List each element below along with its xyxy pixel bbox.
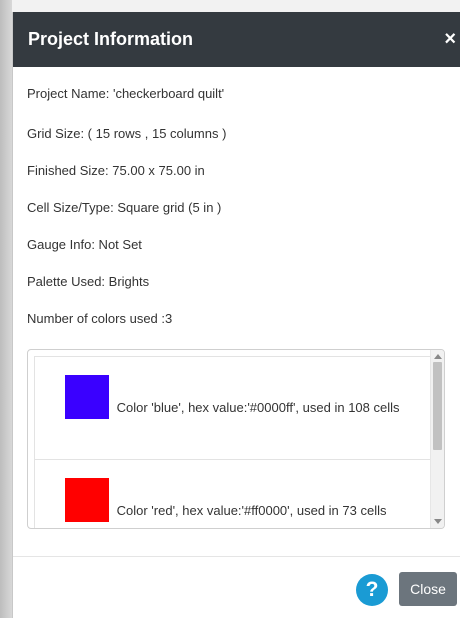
color-count-text: Number of colors used :3	[27, 311, 173, 326]
palette-text: Palette Used: Brights	[27, 274, 150, 289]
scroll-thumb[interactable]	[433, 362, 442, 450]
modal-title: Project Information	[28, 29, 194, 49]
color-list-scrollbar[interactable]	[430, 350, 444, 528]
modal-body: Project Name: 'checkerboard quilt' Grid …	[13, 67, 460, 529]
grid-size-text: Grid Size: ( 15 rows , 15 columns )	[27, 126, 227, 141]
color-list-box[interactable]: Color 'blue', hex value:'#0000ff', used …	[27, 349, 445, 529]
gauge-info-text: Gauge Info: Not Set	[27, 237, 142, 252]
close-icon[interactable]: ×	[444, 28, 456, 51]
help-button[interactable]: ?	[356, 574, 388, 606]
color-swatch-red	[65, 478, 109, 522]
color-swatch-blue	[65, 375, 109, 419]
cell-size-text: Cell Size/Type: Square grid (5 in )	[27, 200, 222, 215]
color-item-text: Color 'blue', hex value:'#0000ff', used …	[116, 400, 400, 415]
scroll-up-arrow-icon[interactable]	[434, 354, 442, 359]
page-background-edge	[0, 0, 12, 618]
color-item-red: Color 'red', hex value:'#ff0000', used i…	[34, 459, 438, 528]
finished-size-text: Finished Size: 75.00 x 75.00 in	[27, 163, 205, 178]
color-item-blue: Color 'blue', hex value:'#0000ff', used …	[34, 356, 438, 460]
scroll-down-arrow-icon[interactable]	[434, 519, 442, 524]
color-item-text: Color 'red', hex value:'#ff0000', used i…	[116, 503, 387, 518]
project-info-modal: Project Information × Project Name: 'che…	[12, 12, 460, 618]
project-name-text: Project Name: 'checkerboard quilt'	[27, 86, 225, 101]
footer-divider	[13, 556, 460, 557]
modal-header: Project Information ×	[13, 12, 460, 67]
close-button[interactable]: Close	[399, 572, 457, 606]
color-list: Color 'blue', hex value:'#0000ff', used …	[34, 356, 438, 528]
